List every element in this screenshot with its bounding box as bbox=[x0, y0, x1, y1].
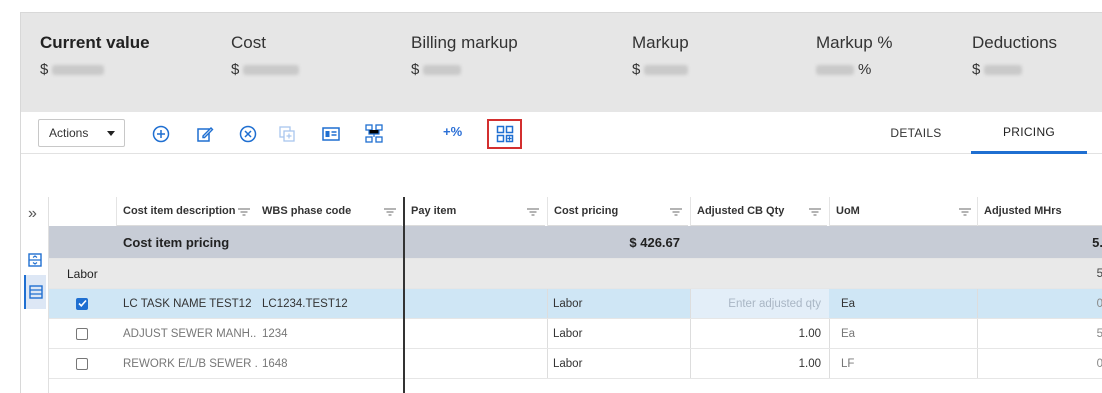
col-divider bbox=[690, 197, 691, 226]
cell-wbs: 1234 bbox=[262, 327, 288, 340]
col-header-description[interactable]: Cost item description bbox=[117, 197, 256, 226]
cell-description: ADJUST SEWER MANH... bbox=[123, 327, 257, 340]
metric-label: Markup bbox=[632, 33, 689, 52]
table-row[interactable]: ADJUST SEWER MANH... 1234 Labor 1.00 Ea … bbox=[49, 319, 1102, 349]
double-chevron-right-icon[interactable]: » bbox=[28, 205, 37, 223]
metric-current-value: Current value $ bbox=[40, 33, 150, 78]
filter-icon[interactable] bbox=[238, 208, 250, 216]
filter-icon[interactable] bbox=[809, 208, 821, 216]
cell-cost-pricing: Labor bbox=[553, 327, 583, 340]
metric-label: Cost bbox=[231, 33, 266, 52]
cell-adjusted-mhrs: 0 bbox=[978, 289, 1102, 318]
cell-adjusted-qty-input[interactable]: Enter adjusted qty bbox=[691, 289, 829, 318]
redacted-value bbox=[984, 64, 1023, 75]
currency-symbol: $ bbox=[231, 61, 240, 78]
frozen-column-divider[interactable] bbox=[403, 197, 405, 393]
currency-symbol: $ bbox=[972, 61, 981, 78]
copy-icon[interactable] bbox=[277, 124, 297, 144]
hierarchy-icon[interactable] bbox=[364, 124, 384, 144]
group-adjusted-mhrs: 5. bbox=[1092, 235, 1102, 250]
tab-pricing[interactable]: PRICING bbox=[971, 112, 1087, 154]
filter-icon[interactable] bbox=[959, 208, 971, 216]
redacted-value bbox=[52, 64, 105, 75]
group-label: Cost item pricing bbox=[123, 235, 230, 250]
col-divider bbox=[829, 197, 830, 226]
caret-down-icon bbox=[107, 131, 115, 136]
cell-uom: LF bbox=[841, 357, 855, 370]
remove-circle-icon[interactable] bbox=[238, 124, 258, 144]
col-header-wbs[interactable]: WBS phase code bbox=[256, 197, 402, 226]
redacted-value bbox=[423, 64, 462, 75]
redacted-value bbox=[816, 64, 854, 75]
edit-icon[interactable] bbox=[195, 124, 215, 144]
tab-details[interactable]: DETAILS bbox=[867, 112, 965, 154]
col-divider bbox=[977, 197, 978, 226]
checkbox-icon[interactable] bbox=[76, 297, 88, 310]
table-row[interactable]: LC TASK NAME TEST12 LC1234.TEST12 Labor … bbox=[49, 289, 1102, 319]
col-header-cost-pricing[interactable]: Cost pricing bbox=[548, 197, 688, 226]
percent-symbol: % bbox=[858, 61, 872, 78]
redacted-value bbox=[243, 64, 300, 75]
filter-icon[interactable] bbox=[670, 208, 682, 216]
group-row-cost-item-pricing[interactable]: Cost item pricing $ 426.67 5. bbox=[49, 226, 1102, 259]
card-view-icon[interactable] bbox=[321, 124, 341, 144]
table-row[interactable]: REWORK E/L/B SEWER ... 1648 Labor 1.00 L… bbox=[49, 349, 1102, 379]
grid-add-icon[interactable] bbox=[495, 124, 515, 144]
cell-adjusted-mhrs: 0 bbox=[978, 349, 1102, 378]
filter-icon[interactable] bbox=[384, 208, 396, 216]
actions-label: Actions bbox=[49, 126, 89, 140]
col-divider bbox=[116, 197, 117, 226]
currency-symbol: $ bbox=[40, 61, 49, 78]
row-checkbox[interactable] bbox=[76, 349, 88, 378]
add-circle-icon[interactable] bbox=[151, 124, 171, 144]
subgroup-adjusted-mhrs: 5 bbox=[978, 259, 1102, 288]
col-header-uom[interactable]: UoM bbox=[830, 197, 977, 226]
row-checkbox[interactable] bbox=[76, 289, 88, 318]
group-cost-pricing: $ 426.67 bbox=[629, 235, 680, 250]
cell-description: LC TASK NAME TEST12 bbox=[123, 297, 252, 310]
expand-rows-icon[interactable] bbox=[24, 249, 46, 271]
cell-adjusted-mhrs: 5 bbox=[978, 319, 1102, 348]
cell-uom: Ea bbox=[841, 297, 856, 310]
metric-label: Billing markup bbox=[411, 33, 518, 52]
col-header-adjusted-mhrs[interactable]: Adjusted MHrs bbox=[978, 197, 1102, 226]
cell-wbs: LC1234.TEST12 bbox=[262, 297, 348, 310]
cell-cost-pricing: Labor bbox=[553, 357, 583, 370]
row-checkbox[interactable] bbox=[76, 319, 88, 348]
currency-symbol: $ bbox=[411, 61, 420, 78]
cell-adjusted-qty[interactable]: 1.00 bbox=[691, 319, 829, 348]
pricing-grid: » Cost item description WBS phase code P… bbox=[21, 197, 1102, 393]
summary-band: Current value $ Cost $ Billing markup $ … bbox=[21, 13, 1102, 112]
cell-wbs: 1648 bbox=[262, 357, 288, 370]
metric-label: Current value bbox=[40, 33, 150, 52]
col-divider bbox=[547, 197, 548, 226]
group-row-labor[interactable]: Labor 5 bbox=[49, 259, 1102, 289]
app-frame: Current value $ Cost $ Billing markup $ … bbox=[20, 12, 1102, 393]
checkbox-icon[interactable] bbox=[76, 327, 88, 340]
cell-adjusted-qty[interactable]: 1.00 bbox=[691, 349, 829, 378]
currency-symbol: $ bbox=[632, 61, 641, 78]
toolbar: Actions +% DETAILS PRICING bbox=[21, 112, 1102, 154]
cell-description: REWORK E/L/B SEWER ... bbox=[123, 357, 257, 370]
checkbox-icon[interactable] bbox=[76, 357, 88, 370]
filter-icon[interactable] bbox=[527, 208, 539, 216]
redacted-value bbox=[644, 64, 689, 75]
subgroup-label: Labor bbox=[67, 266, 98, 281]
metric-cost: Cost $ bbox=[231, 33, 300, 78]
cell-cost-pricing: Labor bbox=[553, 297, 583, 310]
metric-label: Deductions bbox=[972, 33, 1058, 52]
percent-button[interactable]: +% bbox=[443, 124, 462, 139]
col-header-adjusted-cb-qty[interactable]: Adjusted CB Qty bbox=[691, 197, 827, 226]
cell-uom: Ea bbox=[841, 327, 856, 340]
metric-billing-markup: Billing markup $ bbox=[411, 33, 518, 78]
actions-dropdown[interactable]: Actions bbox=[38, 119, 125, 147]
metric-deductions: Deductions $ bbox=[972, 33, 1057, 78]
metric-markup-pct: Markup % % bbox=[816, 33, 893, 78]
metric-label: Markup % bbox=[816, 33, 893, 52]
grid-side-panel: » bbox=[21, 197, 49, 393]
list-view-icon[interactable] bbox=[24, 275, 46, 309]
col-header-pay-item[interactable]: Pay item bbox=[405, 197, 545, 226]
metric-markup: Markup $ bbox=[632, 33, 689, 78]
